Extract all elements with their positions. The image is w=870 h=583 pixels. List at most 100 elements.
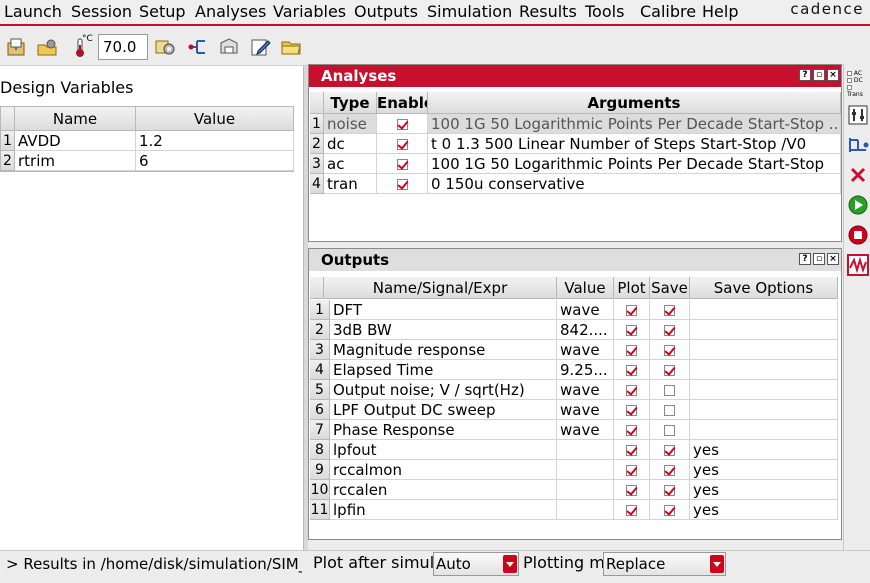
column-save-options[interactable]: Save Options [690,277,838,299]
output-save-options[interactable] [690,400,838,420]
column-name-signal-expr[interactable]: Name/Signal/Expr [324,277,557,299]
output-save-options[interactable] [690,420,838,440]
analysis-enable-checkbox[interactable] [396,139,408,150]
analysis-enable-checkbox[interactable] [396,119,408,130]
output-save-checkbox[interactable] [664,345,675,356]
column-type[interactable]: Type [324,92,377,114]
output-save-cell[interactable] [650,340,690,360]
output-name[interactable]: LPF Output DC sweep [330,400,557,420]
menu-launch[interactable]: Launch [4,2,62,22]
output-plot-checkbox[interactable] [626,405,637,416]
column-name[interactable]: Name [15,107,136,131]
output-plot-checkbox[interactable] [626,385,637,396]
output-save-options[interactable] [690,380,838,400]
help-icon[interactable]: ? [799,253,811,265]
output-save-cell[interactable] [650,420,690,440]
edit-variables-icon[interactable] [847,104,869,126]
table-row[interactable]: 3 ac 100 1G 50 Logarithmic Points Per Deca… [310,154,841,174]
analysis-type[interactable]: dc [324,134,377,154]
output-plot-checkbox[interactable] [626,445,637,456]
variable-value[interactable]: 1.2 [136,131,294,151]
output-save-checkbox[interactable] [664,385,675,396]
output-plot-cell[interactable] [614,440,650,460]
float-icon[interactable]: ▫ [813,69,825,81]
output-save-cell[interactable] [650,300,690,320]
temperature-input[interactable] [98,34,148,60]
help-icon[interactable]: ? [799,69,811,81]
output-name[interactable]: rccalen [330,480,557,500]
close-icon[interactable]: × [827,253,839,265]
output-save-cell[interactable] [650,380,690,400]
save-state-icon[interactable] [218,37,240,57]
column-save[interactable]: Save [650,277,690,299]
output-plot-checkbox[interactable] [626,365,637,376]
analysis-enable-cell[interactable] [377,134,428,154]
output-plot-cell[interactable] [614,340,650,360]
output-save-cell[interactable] [650,460,690,480]
output-name[interactable]: Phase Response [330,420,557,440]
table-row[interactable]: 2 rtrim 6 [1,151,294,171]
output-save-cell[interactable] [650,320,690,340]
output-name[interactable]: Magnitude response [330,340,557,360]
float-icon[interactable]: ▫ [813,253,825,265]
analysis-enable-cell[interactable] [377,154,428,174]
analysis-type[interactable]: noise [324,114,377,134]
table-row[interactable]: 1 noise 100 1G 50 Logarithmic Points Per D… [310,114,841,134]
output-plot-checkbox[interactable] [626,305,637,316]
table-row[interactable]: 1 AVDD 1.2 [1,131,294,151]
output-save-checkbox[interactable] [664,445,675,456]
output-save-options[interactable] [690,320,838,340]
menu-variables[interactable]: Variables [273,2,346,22]
menu-simulation[interactable]: Simulation [427,2,512,22]
table-row[interactable]: 9 rccalmon yes [310,460,840,480]
output-save-options[interactable] [690,340,838,360]
output-name[interactable]: rccalmon [330,460,557,480]
output-plot-cell[interactable] [614,500,650,520]
analysis-arguments[interactable]: t 0 1.3 500 Linear Number of Steps Start… [428,134,841,154]
delete-icon[interactable] [847,164,869,186]
output-plot-cell[interactable] [614,300,650,320]
analysis-enable-checkbox[interactable] [396,179,408,190]
menu-analyses[interactable]: Analyses [195,2,266,22]
output-save-cell[interactable] [650,440,690,460]
menu-calibre[interactable]: Calibre [640,2,696,22]
column-plot[interactable]: Plot [614,277,650,299]
output-name[interactable]: DFT [330,300,557,320]
column-value[interactable]: Value [557,277,614,299]
analysis-arguments[interactable]: 100 1G 50 Logarithmic Points Per Decade … [428,114,841,134]
table-row[interactable]: 2 dc t 0 1.3 500 Linear Number of Steps St… [310,134,841,154]
output-plot-checkbox[interactable] [626,425,637,436]
table-row[interactable]: 6 LPF Output DC sweep wave [310,400,840,420]
output-save-cell[interactable] [650,480,690,500]
variable-name[interactable]: AVDD [15,131,136,151]
output-plot-cell[interactable] [614,400,650,420]
analysis-enable-cell[interactable] [377,114,428,134]
table-row[interactable]: 10 rccalen yes [310,480,840,500]
output-plot-cell[interactable] [614,320,650,340]
table-row[interactable]: 2 3dB BW 842.... [310,320,840,340]
output-name[interactable]: Output noise; V / sqrt(Hz) [330,380,557,400]
output-save-cell[interactable] [650,360,690,380]
column-enable[interactable]: Enable [377,92,428,114]
output-plot-cell[interactable] [614,360,650,380]
analysis-arguments[interactable]: 100 1G 50 Logarithmic Points Per Decade … [428,154,841,174]
column-arguments[interactable]: Arguments [428,92,841,114]
table-row[interactable]: 3 Magnitude response wave [310,340,840,360]
menu-outputs[interactable]: Outputs [354,2,418,22]
output-save-options[interactable]: yes [690,460,838,480]
analysis-type[interactable]: tran [324,174,377,194]
menu-setup[interactable]: Setup [139,2,186,22]
output-plot-cell[interactable] [614,460,650,480]
open-folder-icon[interactable] [280,37,302,57]
output-save-cell[interactable] [650,400,690,420]
output-plot-cell[interactable] [614,380,650,400]
output-name[interactable]: lpfout [330,440,557,460]
output-save-checkbox[interactable] [664,305,675,316]
output-plot-cell[interactable] [614,480,650,500]
netlist-icon[interactable] [186,37,208,57]
table-row[interactable]: 11 lpfin yes [310,500,840,520]
output-plot-checkbox[interactable] [626,345,637,356]
analysis-arguments[interactable]: 0 150u conservative [428,174,841,194]
close-icon[interactable]: × [827,69,839,81]
output-save-checkbox[interactable] [664,425,675,436]
